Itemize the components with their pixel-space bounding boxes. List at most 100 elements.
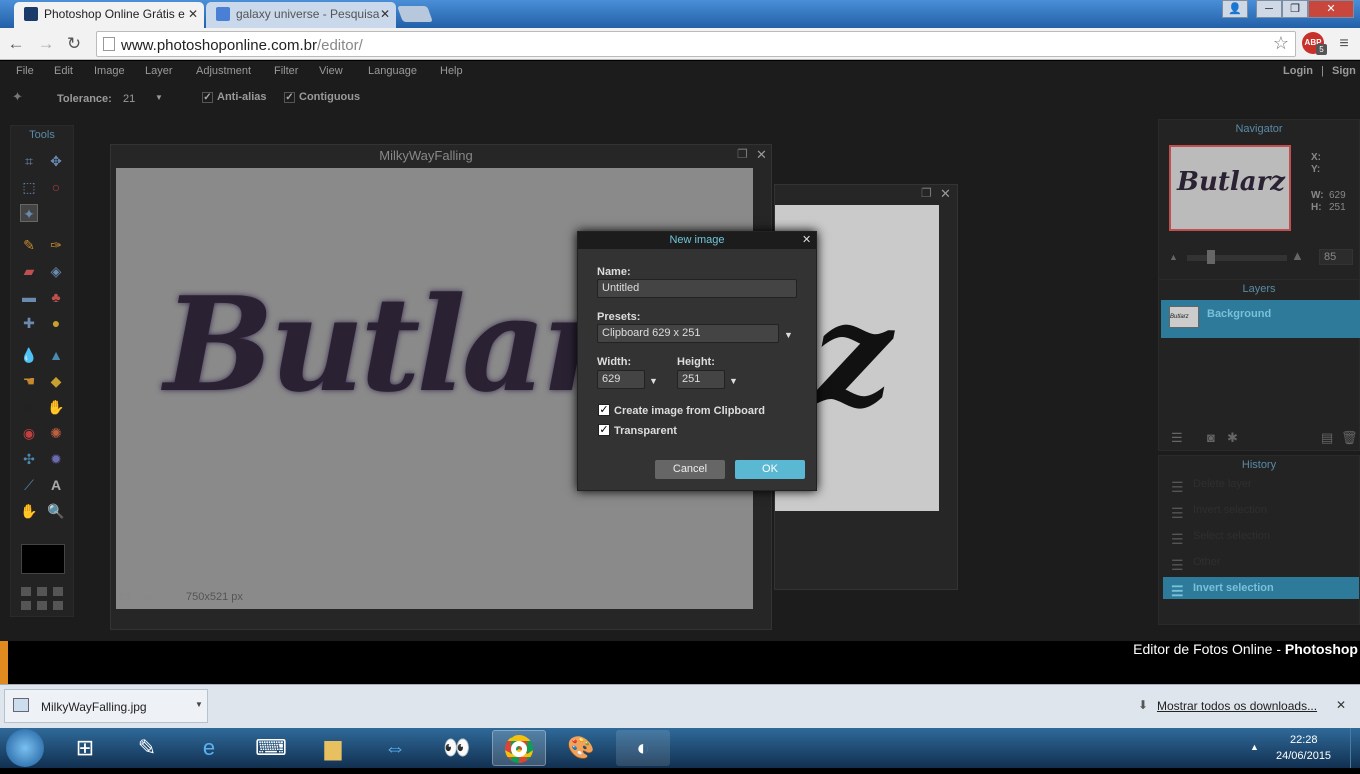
download-menu-icon[interactable]: ▼ — [195, 700, 203, 709]
blur-icon[interactable]: 💧 — [20, 346, 38, 364]
zoom-input[interactable]: 85 — [1319, 249, 1353, 265]
back-icon[interactable]: ← — [4, 32, 28, 56]
smudge-icon[interactable]: ☚ — [20, 372, 38, 390]
tolerance-dropdown-icon[interactable]: ▼ — [155, 93, 163, 102]
trash-icon[interactable]: 🗑 — [1341, 430, 1358, 446]
spot-icon[interactable]: ● — [47, 314, 65, 332]
show-desktop-button[interactable] — [1350, 728, 1360, 768]
paint-palette-icon[interactable]: 🎨 — [554, 730, 608, 766]
view-mode-grid-icon[interactable] — [21, 584, 65, 610]
zoom-level[interactable]: 85 — [119, 591, 131, 603]
menu-view[interactable]: View — [319, 65, 343, 77]
internet-explorer-icon[interactable]: e — [182, 730, 236, 766]
restore-icon[interactable]: ❐ — [737, 147, 748, 161]
new-layer-icon[interactable]: ▤ — [1321, 430, 1333, 446]
menu-file[interactable]: File — [16, 65, 34, 77]
pencil-icon[interactable]: ✎ — [20, 236, 38, 254]
download-item[interactable]: MilkyWayFalling.jpg ▼ — [4, 689, 208, 723]
paint-app-icon[interactable]: ✎ — [120, 730, 174, 766]
signup-link[interactable]: Sign — [1332, 65, 1356, 77]
eyes-app-icon[interactable]: 👀 — [430, 730, 484, 766]
close-icon[interactable]: ✕ — [756, 147, 767, 163]
file-explorer-icon[interactable]: ▆ — [306, 730, 360, 766]
menu-image[interactable]: Image — [94, 65, 125, 77]
menu-icon[interactable]: ≡ — [1332, 32, 1356, 56]
color-swatch[interactable] — [21, 544, 65, 574]
height-input[interactable]: 251 — [677, 370, 725, 389]
close-tab-icon[interactable]: ✕ — [380, 2, 390, 26]
colorreplace-icon[interactable]: ✹ — [47, 450, 65, 468]
antialias-checkbox[interactable]: ✓ Anti-alias — [202, 91, 267, 103]
reload-icon[interactable]: ↻ — [62, 32, 86, 56]
teamviewer-icon[interactable]: ⇔ — [368, 730, 422, 766]
layer-mask-icon[interactable]: ◙ — [1207, 430, 1215, 445]
restore-icon[interactable]: ❐ — [921, 186, 932, 200]
zoom-icon[interactable]: 🔍 — [47, 502, 65, 520]
burn-icon[interactable]: ✋ — [47, 398, 65, 416]
history-item[interactable]: ☰ Delete layer — [1167, 473, 1357, 495]
clock-date[interactable]: 24/06/2015 — [1276, 750, 1331, 762]
hand-icon[interactable]: ✋ — [20, 502, 38, 520]
bucket-icon[interactable]: ◈ — [47, 262, 65, 280]
ok-button[interactable]: OK — [735, 460, 805, 479]
keyboard-icon[interactable]: ⌨ — [244, 730, 298, 766]
history-item[interactable]: ☰ Invert selection — [1167, 499, 1357, 521]
tab-galaxy-search[interactable]: galaxy universe - Pesquisa ✕ — [206, 2, 396, 28]
width-dropdown-icon[interactable]: ▼ — [649, 376, 658, 386]
lasso-icon[interactable]: ○ — [47, 178, 65, 196]
media-app-icon[interactable]: ◐ — [616, 730, 670, 766]
history-item[interactable]: ☰ Other — [1167, 551, 1357, 573]
sharpen-icon[interactable]: ▲ — [47, 346, 65, 364]
close-tab-icon[interactable]: ✕ — [188, 2, 198, 26]
zoom-out-icon[interactable]: ▲ — [1169, 252, 1178, 262]
heal-icon[interactable]: ✚ — [20, 314, 38, 332]
width-input[interactable]: 629 — [597, 370, 645, 389]
history-item[interactable]: ☰ Select selection — [1167, 525, 1357, 547]
forward-icon[interactable]: → — [34, 32, 58, 56]
text-icon[interactable]: A — [47, 476, 65, 494]
windows-explorer-icon[interactable]: ⊞ — [58, 730, 112, 766]
presets-select[interactable]: Clipboard 629 x 251 — [597, 324, 779, 343]
zoom-slider[interactable] — [1187, 255, 1287, 261]
zoom-slider-handle[interactable] — [1207, 250, 1215, 264]
brush-icon[interactable]: ✑ — [47, 236, 65, 254]
tray-expand-icon[interactable]: ▲ — [1250, 742, 1259, 752]
contiguous-checkbox[interactable]: ✓ Contiguous — [284, 91, 360, 103]
cancel-button[interactable]: Cancel — [655, 460, 725, 479]
bookmark-star-icon[interactable]: ☆ — [1273, 33, 1289, 54]
clipboard-checkbox[interactable]: ✓ — [598, 404, 610, 416]
close-download-bar-icon[interactable]: ✕ — [1336, 698, 1346, 712]
transparent-checkbox[interactable]: ✓ — [598, 424, 610, 436]
menu-help[interactable]: Help — [440, 65, 463, 77]
maximize-button[interactable]: ❐ — [1282, 0, 1308, 18]
tolerance-value[interactable]: 21 — [123, 93, 135, 105]
picker-icon[interactable]: ⟋ — [20, 476, 38, 494]
user-icon[interactable]: 👤 — [1222, 0, 1248, 18]
crop-icon[interactable]: ⌗ — [20, 152, 38, 170]
sponge-icon[interactable]: ◆ — [47, 372, 65, 390]
height-dropdown-icon[interactable]: ▼ — [729, 376, 738, 386]
menu-edit[interactable]: Edit — [54, 65, 73, 77]
history-item-selected[interactable]: ☰ Invert selection — [1163, 577, 1359, 599]
close-window-button[interactable]: ✕ — [1308, 0, 1354, 18]
layer-effects-icon[interactable]: ✱ — [1227, 430, 1238, 446]
menu-language[interactable]: Language — [368, 65, 417, 77]
layer-row[interactable]: Butlarz Background — [1161, 300, 1360, 338]
dialog-close-icon[interactable]: ✕ — [802, 233, 811, 246]
menu-filter[interactable]: Filter — [274, 65, 298, 77]
marquee-icon[interactable]: ⬚ — [20, 178, 38, 196]
magic-wand-tool-icon[interactable]: ✦ — [20, 204, 38, 222]
layer-styles-icon[interactable]: ☰ — [1171, 430, 1183, 446]
menu-layer[interactable]: Layer — [145, 65, 173, 77]
presets-dropdown-icon[interactable]: ▼ — [784, 330, 793, 340]
minimize-button[interactable]: ─ — [1256, 0, 1282, 18]
show-all-downloads-link[interactable]: Mostrar todos os downloads... — [1157, 699, 1317, 713]
gradient-icon[interactable]: ▬ — [20, 288, 38, 306]
eraser-icon[interactable]: ▰ — [20, 262, 38, 280]
clock-time[interactable]: 22:28 — [1290, 734, 1318, 746]
menu-adjustment[interactable]: Adjustment — [196, 65, 251, 77]
bloat-icon[interactable]: ✺ — [47, 424, 65, 442]
new-tab-button[interactable] — [397, 6, 433, 22]
redeye-icon[interactable]: ◉ — [20, 424, 38, 442]
stamp-icon[interactable]: ♣ — [47, 288, 65, 306]
